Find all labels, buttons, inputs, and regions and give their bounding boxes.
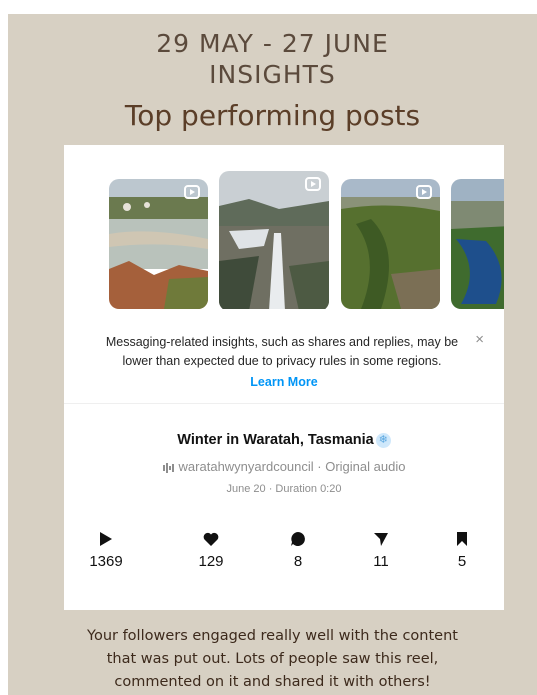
section-title: Top performing posts (124, 99, 421, 132)
saves-stat: 5 (432, 529, 492, 570)
stats-row: 1369 129 8 11 5 (64, 529, 504, 579)
learn-more-link[interactable]: Learn More (64, 375, 504, 389)
reel-thumbnail[interactable] (451, 179, 504, 309)
heart-icon (203, 532, 219, 546)
date-range-heading: 29 MAY - 27 JUNE INSIGHTS (8, 28, 537, 90)
close-icon[interactable]: × (475, 331, 484, 348)
insights-page: 29 MAY - 27 JUNE INSIGHTS Top performing… (8, 14, 537, 695)
reel-thumbnail[interactable] (341, 179, 440, 309)
reel-icon (184, 185, 200, 199)
post-title-row: Winter in Waratah, Tasmania ❄ (64, 432, 504, 448)
reel-icon (416, 185, 432, 199)
reel-thumbnail[interactable] (109, 179, 208, 309)
reel-thumbnails (109, 171, 504, 309)
post-meta: June 20 · Duration 0:20 (226, 483, 342, 495)
insights-label: INSIGHTS (209, 60, 336, 89)
shares-stat: 11 (351, 529, 411, 570)
share-icon (374, 533, 388, 546)
snowflake-icon: ❄ (375, 432, 391, 448)
plays-count: 1369 (89, 553, 123, 570)
bookmark-icon (457, 532, 467, 546)
insights-card: Messaging-related insights, such as shar… (64, 145, 504, 610)
reel-thumbnail[interactable] (219, 171, 329, 309)
comments-stat: 8 (268, 529, 328, 570)
reel-icon (305, 177, 321, 191)
likes-count: 129 (198, 553, 224, 570)
plays-stat: 1369 (76, 529, 136, 570)
saves-count: 5 (457, 553, 467, 570)
divider (64, 403, 504, 404)
audio-row[interactable]: waratahwynyardcouncil · Original audio (64, 459, 504, 474)
shares-count: 11 (373, 553, 389, 570)
date-range: 29 MAY - 27 JUNE (156, 29, 389, 58)
waterfall-image (219, 171, 329, 309)
summary-line: commented on it and shared it with other… (114, 674, 431, 690)
summary-line: that was put out. Lots of people saw thi… (106, 651, 439, 667)
post-title: Winter in Waratah, Tasmania (177, 432, 374, 448)
lake-image (451, 179, 504, 309)
summary-text: Your followers engaged really well with … (8, 625, 537, 694)
play-icon (100, 532, 112, 546)
summary-line: Your followers engaged really well with … (87, 628, 458, 644)
audio-wave-icon (162, 462, 174, 473)
comments-count: 8 (293, 553, 303, 570)
audio-label: waratahwynyardcouncil · Original audio (178, 459, 406, 474)
likes-stat: 129 (181, 529, 241, 570)
comment-icon (291, 532, 305, 546)
privacy-notice: Messaging-related insights, such as shar… (105, 335, 459, 368)
